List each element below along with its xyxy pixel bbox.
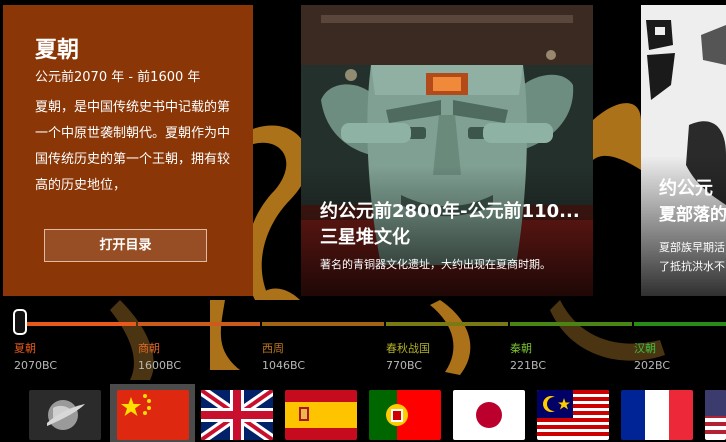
card-caption: 著名的青铜器文化遗址，大约出现在夏商时期。 — [320, 258, 551, 271]
tick-name: 秦朝 — [510, 342, 532, 355]
timeline-segment-western-zhou[interactable] — [262, 322, 384, 326]
card-culture: 三星堆文化 — [320, 227, 410, 248]
timeline-segment-xia[interactable] — [14, 322, 136, 326]
globe-icon[interactable] — [29, 390, 101, 440]
timeline-segment-han[interactable] — [634, 322, 726, 326]
tick-year: 1600BC — [138, 359, 182, 372]
france-flag-icon[interactable] — [621, 390, 693, 440]
timeline-tick-xia[interactable]: 夏朝 2070BC — [14, 342, 57, 373]
timeline-segment-shang[interactable] — [138, 322, 260, 326]
side-card-caption-line: 夏部族早期活 — [659, 241, 725, 254]
tick-name: 夏朝 — [14, 342, 36, 355]
dynasty-period: 公元前2070 年 - 前1600 年 — [35, 70, 201, 85]
spain-flag-icon[interactable] — [285, 390, 357, 440]
usa-flag-icon[interactable] — [705, 390, 726, 440]
timeline-tick-spring-autumn[interactable]: 春秋战国 770BC — [386, 342, 430, 373]
dynasty-title: 夏朝 — [35, 38, 80, 63]
uk-flag-icon[interactable] — [201, 390, 273, 440]
tick-year: 202BC — [634, 359, 671, 372]
tick-name: 春秋战国 — [386, 342, 430, 355]
timeline-segment-qin[interactable] — [510, 322, 632, 326]
japan-flag-icon[interactable] — [453, 390, 525, 440]
timeline-tick-shang[interactable]: 商朝 1600BC — [138, 342, 181, 373]
dynasty-timeline[interactable]: 夏朝 2070BC 商朝 1600BC 西周 1046BC 春秋战国 770BC… — [0, 309, 726, 378]
tick-year: 1046BC — [262, 359, 306, 372]
open-catalog-button[interactable]: 打开目录 — [44, 229, 207, 262]
tick-year: 2070BC — [14, 359, 58, 372]
side-card-caption-line: 了抵抗洪水不 — [659, 260, 725, 273]
timeline-tick-western-zhou[interactable]: 西周 1046BC — [262, 342, 305, 373]
dynasty-description: 夏朝，是中国传统史书中记载的第一个中原世袭制朝代。夏朝作为中国传统历史的第一个王… — [35, 100, 231, 193]
side-card-date: 约公元 — [659, 178, 713, 199]
tick-name: 商朝 — [138, 342, 160, 355]
xia-tribe-card[interactable]: 约公元 夏部落的 夏部族早期活 了抵抗洪水不 — [641, 5, 726, 296]
timeline-tick-han[interactable]: 汉朝 202BC — [634, 342, 670, 373]
portugal-flag-icon[interactable] — [369, 390, 441, 440]
china-flag-icon[interactable] — [117, 390, 189, 440]
card-date: 约公元前2800年-公元前110... — [320, 201, 580, 222]
side-card-culture: 夏部落的 — [659, 205, 726, 225]
tick-name: 西周 — [262, 342, 284, 355]
malaysia-flag-icon[interactable] — [537, 390, 609, 440]
timeline-tick-qin[interactable]: 秦朝 221BC — [510, 342, 546, 373]
tick-year: 221BC — [510, 359, 547, 372]
tick-year: 770BC — [386, 359, 423, 372]
sanxingdui-card[interactable]: 约公元前2800年-公元前110... 三星堆文化 著名的青铜器文化遗址，大约出… — [301, 5, 593, 296]
tick-name: 汉朝 — [634, 342, 656, 355]
side-card-caption: 夏部族早期活 了抵抗洪水不 — [659, 238, 725, 276]
language-selector — [0, 382, 726, 442]
timeline-segment-spring-autumn[interactable] — [386, 322, 508, 326]
timeline-slider-handle[interactable] — [13, 309, 27, 335]
